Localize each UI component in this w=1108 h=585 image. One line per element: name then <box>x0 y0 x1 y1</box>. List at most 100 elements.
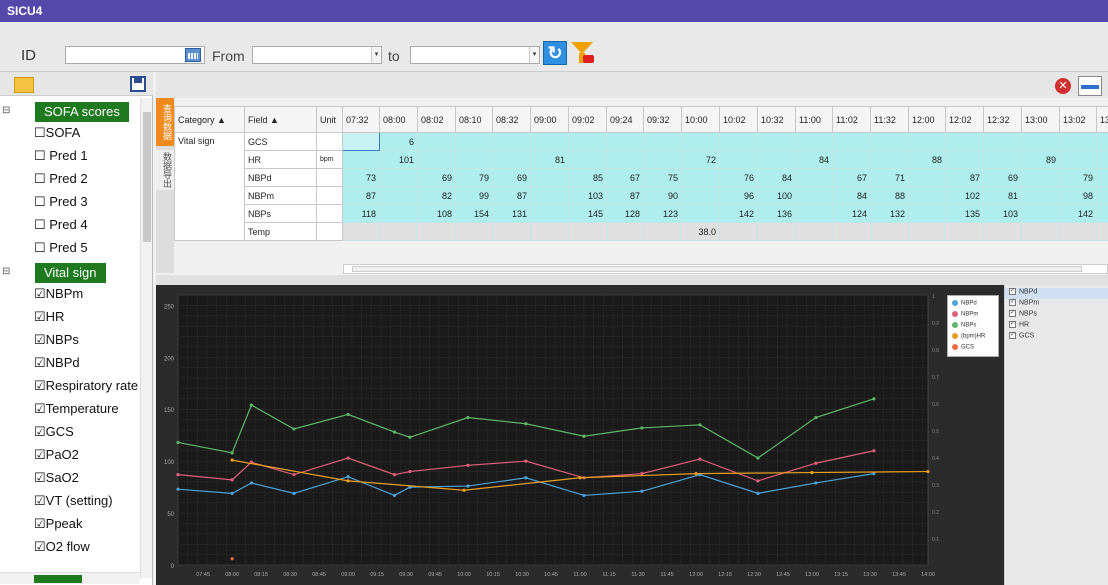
value-cell[interactable] <box>757 222 796 241</box>
table-horizontal-scrollbar[interactable] <box>343 264 1108 274</box>
tree-scrollbar[interactable] <box>140 98 152 578</box>
value-cell[interactable]: 79 <box>455 168 493 187</box>
series-checkbox-item[interactable]: ✓ NBPd <box>1005 288 1108 299</box>
value-cell[interactable] <box>492 150 531 169</box>
column-header-field[interactable]: Field ▲ <box>244 106 317 133</box>
value-cell[interactable] <box>342 150 380 169</box>
value-cell[interactable] <box>606 222 644 241</box>
value-cell[interactable]: 132 <box>870 204 909 223</box>
value-cell[interactable] <box>568 222 607 241</box>
value-cell[interactable] <box>530 168 569 187</box>
table-row[interactable]: NBPm 87 82 99 87 103 87 90 96 100 84 88 102 81 98 <box>175 186 1108 205</box>
save-icon[interactable] <box>130 76 146 92</box>
legend-item[interactable]: (bpm)HR <box>952 333 985 340</box>
value-cell[interactable] <box>719 150 758 169</box>
value-cell[interactable] <box>568 132 607 151</box>
table-row[interactable]: HR bpm 101 81 72 84 88 89 <box>175 150 1108 169</box>
value-cell[interactable]: 69 <box>983 168 1022 187</box>
value-cell[interactable]: 85 <box>568 168 607 187</box>
table-row[interactable]: Temp 38.0 <box>175 222 1108 241</box>
value-cell[interactable] <box>1021 186 1060 205</box>
value-cell[interactable]: 72 <box>681 150 720 169</box>
value-cell[interactable]: 87 <box>945 168 984 187</box>
tree-item[interactable]: ☐ Pred 2 <box>34 171 88 193</box>
value-cell[interactable] <box>342 222 380 241</box>
column-header-time[interactable]: 11:32 <box>870 106 909 133</box>
value-cell[interactable]: 100 <box>757 186 796 205</box>
value-cell[interactable]: 88 <box>870 186 909 205</box>
value-cell[interactable]: 102 <box>945 186 984 205</box>
tree-item[interactable]: ☑PaO2 <box>34 447 79 469</box>
tree-item[interactable]: ☑Temperature <box>34 401 119 423</box>
value-cell[interactable] <box>832 222 871 241</box>
column-header-time[interactable]: 13:00 <box>1021 106 1060 133</box>
value-cell[interactable] <box>455 222 493 241</box>
value-cell[interactable] <box>530 204 569 223</box>
tree-item[interactable]: ☑Ppeak <box>34 516 83 538</box>
value-cell[interactable] <box>908 204 946 223</box>
value-cell[interactable] <box>643 222 682 241</box>
column-header-time[interactable]: 12:02 <box>945 106 984 133</box>
value-cell[interactable] <box>681 168 720 187</box>
value-cell[interactable] <box>606 132 644 151</box>
value-cell[interactable] <box>530 222 569 241</box>
close-icon[interactable]: ✕ <box>1055 78 1071 94</box>
value-cell[interactable]: 108 <box>417 204 456 223</box>
value-cell[interactable] <box>379 204 418 223</box>
value-cell[interactable] <box>342 132 380 151</box>
tree-item[interactable]: ☑SaO2 <box>34 470 79 492</box>
column-header-time[interactable]: 09:24 <box>606 106 644 133</box>
clear-filter-button[interactable] <box>571 41 595 65</box>
value-cell[interactable]: 131 <box>492 204 531 223</box>
calendar-icon[interactable] <box>185 48 201 62</box>
value-cell[interactable]: 118 <box>342 204 380 223</box>
value-cell[interactable] <box>908 222 946 241</box>
value-cell[interactable]: 136 <box>757 204 796 223</box>
checkbox-icon[interactable]: ✓ <box>1009 321 1016 328</box>
value-cell[interactable]: 87 <box>342 186 380 205</box>
tree-group-header[interactable]: SOFA scores <box>35 102 129 122</box>
value-cell[interactable]: 71 <box>870 168 909 187</box>
value-cell[interactable]: 67 <box>832 168 871 187</box>
column-header-time[interactable]: 08:00 <box>379 106 418 133</box>
table-row[interactable]: Vital sign GCS 6 <box>174 132 1108 241</box>
tree-item[interactable]: ☑GCS <box>34 424 74 446</box>
value-cell[interactable] <box>1096 168 1108 187</box>
column-header-time[interactable]: 08:32 <box>492 106 531 133</box>
tree-item[interactable]: ☑NBPm <box>34 286 83 308</box>
value-cell[interactable] <box>606 150 644 169</box>
scrollbar-thumb[interactable] <box>352 266 1082 272</box>
value-cell[interactable] <box>1096 150 1108 169</box>
tree-item[interactable]: ☑NBPd <box>34 355 80 377</box>
column-header-time[interactable]: 09:32 <box>643 106 682 133</box>
value-cell[interactable] <box>681 204 720 223</box>
value-cell[interactable] <box>1096 204 1108 223</box>
expand-toggle-icon[interactable]: ⊟ <box>2 266 10 277</box>
value-cell[interactable]: 103 <box>568 186 607 205</box>
chevron-down-icon[interactable]: ▾ <box>371 47 381 63</box>
column-header-time[interactable]: 13:02 <box>1059 106 1097 133</box>
value-cell[interactable]: 84 <box>795 150 833 169</box>
value-cell[interactable]: 69 <box>417 168 456 187</box>
checkbox-icon[interactable]: ✓ <box>1009 299 1016 306</box>
value-cell[interactable] <box>643 132 682 151</box>
column-header-time[interactable]: 07:32 <box>342 106 380 133</box>
value-cell[interactable] <box>681 186 720 205</box>
tree-item[interactable]: ☑NBPs <box>34 332 79 354</box>
tree-item[interactable]: ☐ Pred 5 <box>34 240 88 262</box>
value-cell[interactable]: 87 <box>606 186 644 205</box>
value-cell[interactable]: 142 <box>719 204 758 223</box>
value-cell[interactable]: 82 <box>417 186 456 205</box>
value-cell[interactable] <box>795 132 833 151</box>
value-cell[interactable]: 67 <box>606 168 644 187</box>
to-date-select[interactable]: ▾ <box>410 46 540 64</box>
value-cell[interactable] <box>870 222 909 241</box>
value-cell[interactable]: 84 <box>832 186 871 205</box>
value-cell[interactable] <box>832 150 871 169</box>
value-cell[interactable] <box>379 168 418 187</box>
value-cell[interactable] <box>757 132 796 151</box>
tree-item[interactable]: ☑HR <box>34 309 64 331</box>
value-cell[interactable]: 88 <box>908 150 946 169</box>
table-row[interactable]: NBPs 118 108 154 131 145 128 123 142 136 124 132 135… <box>175 204 1108 223</box>
value-cell[interactable]: 69 <box>492 168 531 187</box>
